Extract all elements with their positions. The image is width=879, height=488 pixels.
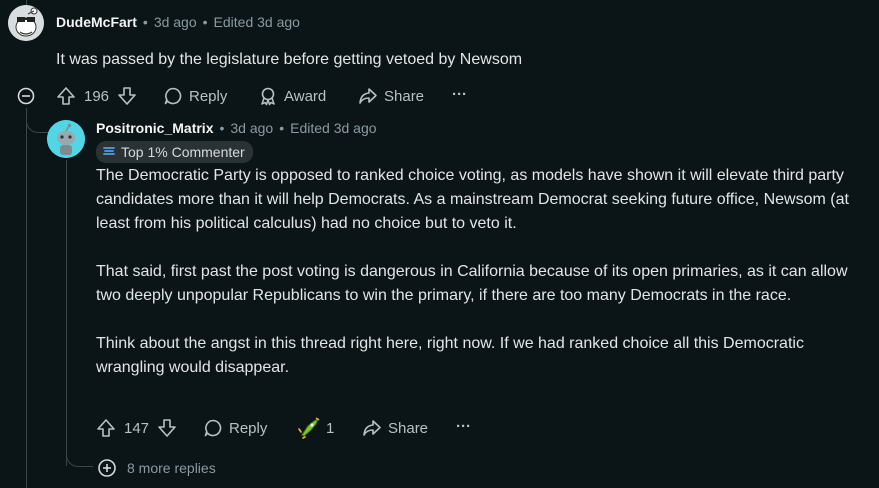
comment1-author[interactable]: DudeMcFart	[56, 14, 137, 30]
paragraph: That said, first past the post voting is…	[96, 263, 848, 304]
award-button[interactable]: 1	[298, 417, 334, 439]
vote-count: 147	[124, 419, 150, 437]
vote-count: 196	[84, 87, 110, 105]
more-options-button[interactable]: ···	[452, 86, 467, 103]
reply-label: Reply	[229, 419, 268, 437]
separator: •	[142, 14, 148, 30]
flair-badge: Top 1% Commenter	[96, 141, 253, 163]
reply-button[interactable]: Reply	[203, 418, 267, 438]
expand-plus-icon	[97, 458, 117, 478]
comment1-text: It was passed by the legislature before …	[56, 51, 523, 68]
downvote-icon[interactable]	[157, 418, 177, 438]
more-options-button[interactable]: ···	[456, 418, 471, 435]
collapse-minus-icon	[17, 87, 35, 105]
upvote-icon[interactable]	[56, 86, 76, 106]
paragraph: Think about the angst in this thread rig…	[96, 335, 804, 376]
more-options-label: ···	[452, 86, 467, 103]
comment-bubble-icon	[163, 86, 183, 106]
reply-label: Reply	[189, 87, 228, 105]
share-label: Share	[388, 419, 429, 437]
comment2-time[interactable]: 3d ago	[230, 120, 273, 136]
comment1-time[interactable]: 3d ago	[154, 14, 197, 30]
more-replies-button[interactable]: 8 more replies	[97, 458, 216, 478]
comment2-vote-group: 147	[96, 418, 177, 438]
award-button[interactable]: Award	[258, 86, 326, 106]
comment2-body: The Democratic Party is opposed to ranke…	[96, 164, 871, 380]
share-label: Share	[384, 87, 425, 105]
comment1-edited: Edited 3d ago	[213, 14, 300, 30]
avatar[interactable]	[47, 120, 85, 158]
separator: •	[219, 120, 225, 136]
collapse-button[interactable]	[17, 87, 35, 105]
comment1-vote-group: 196	[56, 86, 137, 106]
avatar-snoo-icon	[47, 120, 85, 158]
share-button[interactable]: Share	[358, 86, 424, 106]
comment2-header: Positronic_Matrix • 3d ago • Edited 3d a…	[96, 120, 377, 136]
comment2-author[interactable]: Positronic_Matrix	[96, 120, 213, 136]
comment2-edited: Edited 3d ago	[290, 120, 377, 136]
avatar-snoo-icon	[8, 5, 44, 41]
award-label: Award	[284, 87, 327, 105]
upvote-icon[interactable]	[96, 418, 116, 438]
avatar[interactable]	[8, 5, 44, 41]
separator: •	[202, 14, 208, 30]
more-options-label: ···	[456, 418, 471, 435]
paragraph: The Democratic Party is opposed to ranke…	[96, 167, 849, 232]
share-button[interactable]: Share	[362, 418, 428, 438]
award-icon	[258, 86, 278, 106]
flair-label: Top 1% Commenter	[121, 144, 245, 160]
share-icon	[362, 418, 382, 438]
top-commenter-icon	[102, 144, 116, 161]
thread-curve-more	[66, 444, 93, 467]
thread-line-reply	[66, 160, 67, 466]
separator: •	[279, 120, 285, 136]
share-icon	[358, 86, 378, 106]
comment1-header: DudeMcFart • 3d ago • Edited 3d ago	[56, 14, 300, 30]
more-replies-label: 8 more replies	[127, 460, 216, 476]
downvote-icon[interactable]	[117, 86, 137, 106]
thread-line-root	[26, 108, 27, 488]
comment-bubble-icon	[203, 418, 223, 438]
award-rocket-icon	[298, 417, 322, 439]
thread-curve	[26, 108, 49, 133]
award-count: 1	[326, 419, 335, 437]
reply-button[interactable]: Reply	[163, 86, 227, 106]
